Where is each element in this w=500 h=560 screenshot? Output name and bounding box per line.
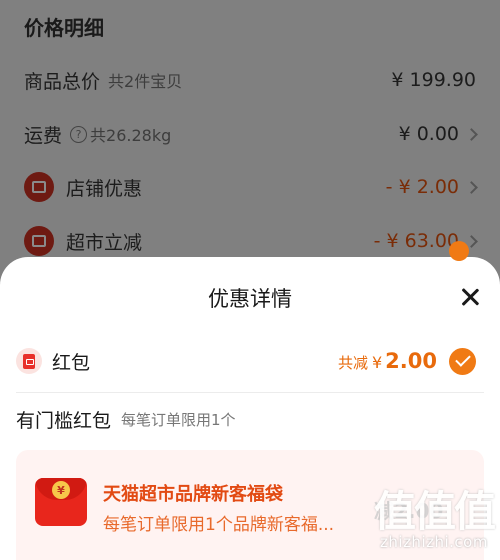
item-total-value: ¥ 199.90 [391, 69, 476, 91]
store-discount-value-text: - ¥ 2.00 [385, 176, 459, 198]
help-icon[interactable]: ? [70, 125, 88, 143]
divider [16, 392, 484, 393]
coupon-title: 天猫超市品牌新客福袋 [103, 484, 283, 505]
threshold-coupon-header: 有门槛红包 每笔订单限用1个 [16, 405, 236, 433]
close-icon[interactable] [458, 285, 482, 309]
section-title: 有门槛红包 [16, 409, 112, 432]
currency-symbol: ¥ [371, 353, 383, 372]
shipping-value: ¥ 0.00 [398, 123, 478, 145]
row-market-discount[interactable]: 超市立减 - ¥ 63.00 [24, 223, 478, 259]
row-store-discount[interactable]: 店铺优惠 - ¥ 2.00 [24, 169, 478, 205]
ticket-icon [24, 172, 54, 202]
checkmark-icon[interactable] [449, 347, 476, 375]
market-icon [24, 226, 54, 256]
shipping-value-text: ¥ 0.00 [398, 123, 459, 145]
chevron-right-icon [465, 180, 478, 194]
market-discount-label: 超市立减 [66, 231, 143, 254]
red-envelope-icon [16, 348, 42, 374]
section-subtitle: 每笔订单限用1个 [121, 410, 236, 429]
coupon-description: 每笔订单限用1个品牌新客福... [103, 515, 335, 535]
row-shipping[interactable]: 运费 ? 共26.28kg ¥ 0.00 [24, 116, 478, 152]
hongbao-label: 红包 [52, 351, 91, 374]
amount-prefix: 共减 [337, 354, 368, 372]
watermark-logo: 值值值 [373, 487, 496, 536]
shipping-weight: ? 共26.28kg [70, 122, 171, 146]
item-count: 共2件宝贝 [108, 72, 183, 91]
store-discount-value: - ¥ 2.00 [385, 176, 478, 198]
item-total-label: 商品总价 [24, 70, 101, 93]
hongbao-amount: 共减 ¥ 2.00 [338, 349, 437, 373]
lucky-bag-icon: ¥ [35, 478, 87, 526]
market-discount-value-text: - ¥ 63.00 [373, 230, 459, 252]
store-discount-label: 店铺优惠 [66, 177, 143, 200]
chevron-right-icon [465, 127, 478, 141]
price-details-card: 价格明细 商品总价 共2件宝贝 ¥ 199.90 运费 ? 共26.28kg ¥… [0, 0, 500, 300]
amount-value: 2.00 [385, 349, 437, 373]
price-details-title: 价格明细 [24, 16, 104, 40]
watermark-url: zhizhizhi.com [380, 533, 488, 551]
shipping-label: 运费 [24, 124, 63, 147]
row-item-total: 商品总价 共2件宝贝 ¥ 199.90 [24, 62, 476, 98]
shipping-weight-text: 共26.28kg [90, 126, 172, 145]
sheet-title: 优惠详情 [208, 287, 292, 311]
hongbao-row[interactable]: 红包 共减 ¥ 2.00 [16, 345, 476, 377]
coupon-select-icon[interactable] [449, 241, 469, 261]
watermark: 值值值 zhizhizhi.com [373, 478, 496, 551]
